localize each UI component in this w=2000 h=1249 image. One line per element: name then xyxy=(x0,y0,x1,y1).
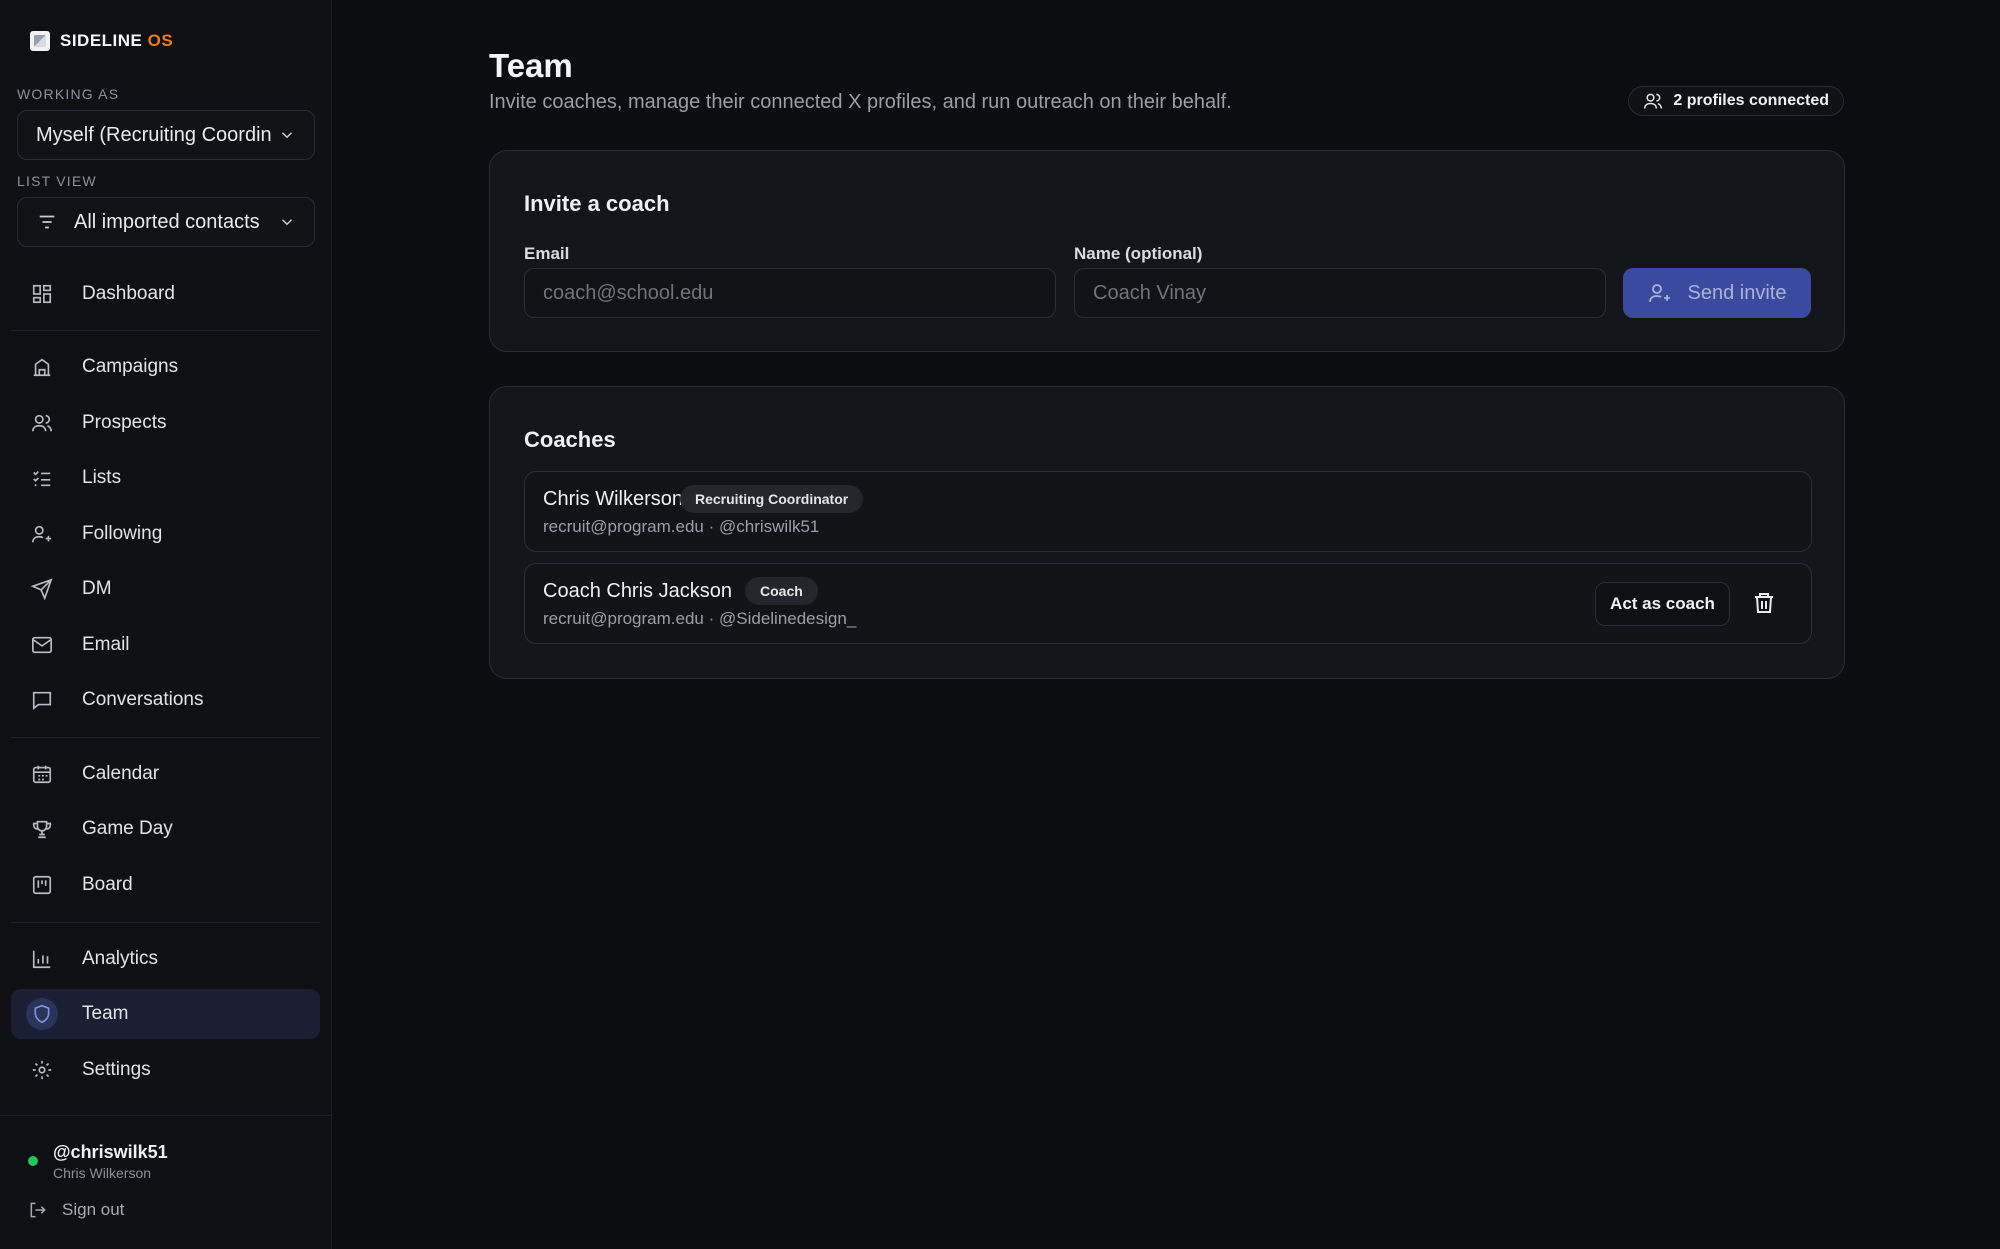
sidebar-item-lists[interactable]: Lists xyxy=(11,453,320,503)
act-as-coach-button[interactable]: Act as coach xyxy=(1595,582,1730,626)
sidebar-item-board[interactable]: Board xyxy=(11,860,320,910)
sidebar-item-campaigns[interactable]: Campaigns xyxy=(11,342,320,392)
logo-accent-text: OS xyxy=(147,31,174,50)
coaches-card: Coaches Chris Wilkerson Recruiting Coord… xyxy=(489,386,1845,679)
name-placeholder: Coach Vinay xyxy=(1093,281,1207,304)
sidebar-item-label: Analytics xyxy=(82,948,159,969)
coach-name: Coach Chris Jackson xyxy=(543,580,732,602)
invite-coach-card: Invite a coach Email coach@school.edu Na… xyxy=(489,150,1845,352)
sidebar-item-label: Dashboard xyxy=(82,283,175,304)
page-subtitle: Invite coaches, manage their connected X… xyxy=(489,91,1232,113)
coach-meta: recruit@program.edu · @chriswilk51 xyxy=(543,517,820,536)
sidebar-divider xyxy=(11,737,320,738)
name-input[interactable]: Coach Vinay xyxy=(1074,268,1606,318)
name-label: Name (optional) xyxy=(1074,244,1203,263)
invite-card-title: Invite a coach xyxy=(524,191,670,216)
send-invite-button[interactable]: Send invite xyxy=(1623,268,1811,318)
coaches-card-title: Coaches xyxy=(524,427,616,452)
app-logo[interactable]: SIDELINE OS xyxy=(30,31,173,51)
sidebar-item-label: Board xyxy=(82,874,133,895)
logo-icon xyxy=(30,31,50,51)
sidebar-item-label: Settings xyxy=(82,1059,151,1080)
sidebar-item-label: DM xyxy=(82,578,112,599)
user-plus-icon xyxy=(30,522,54,546)
users-icon xyxy=(30,411,54,435)
page-title: Team xyxy=(489,47,573,84)
user-handle: @chriswilk51 xyxy=(53,1142,168,1162)
sidebar-item-label: Following xyxy=(82,523,163,544)
sign-out-button[interactable]: Sign out xyxy=(28,1200,124,1220)
list-check-icon xyxy=(30,466,54,490)
role-badge: Coach xyxy=(745,577,818,605)
sidebar-divider xyxy=(11,922,320,923)
email-label: Email xyxy=(524,244,570,263)
bar-chart-icon xyxy=(30,947,54,971)
kanban-icon xyxy=(30,873,54,897)
sidebar-item-analytics[interactable]: Analytics xyxy=(11,934,320,984)
coach-row: Coach Chris Jackson Coach recruit@progra… xyxy=(524,563,1812,644)
sidebar-item-conversations[interactable]: Conversations xyxy=(11,675,320,725)
logo-text: SIDELINE xyxy=(60,31,143,50)
sidebar-item-dm[interactable]: DM xyxy=(11,564,320,614)
working-as-value: Myself (Recruiting Coordinator) xyxy=(36,123,272,146)
sidebar-item-label: Game Day xyxy=(82,818,173,839)
gear-icon xyxy=(30,1058,54,1082)
sidebar-item-settings[interactable]: Settings xyxy=(11,1045,320,1095)
sidebar-item-label: Conversations xyxy=(82,689,204,710)
sidebar-item-team[interactable]: Team xyxy=(11,989,320,1039)
chevron-down-icon xyxy=(281,132,293,139)
sidebar-item-dashboard[interactable]: Dashboard xyxy=(11,269,320,319)
send-icon xyxy=(30,577,54,601)
coach-row: Chris Wilkerson Recruiting Coordinator r… xyxy=(524,471,1812,552)
coach-meta: recruit@program.edu · @Sidelinedesign_ xyxy=(543,609,857,628)
calendar-icon xyxy=(30,762,54,786)
sidebar: SIDELINE OS WORKING AS Myself (Recruitin… xyxy=(0,0,332,1249)
online-status-dot xyxy=(28,1156,38,1166)
sidebar-item-label: Calendar xyxy=(82,763,160,784)
sidebar-item-label: Lists xyxy=(82,467,122,488)
campaigns-icon xyxy=(30,355,54,379)
coach-name: Chris Wilkerson xyxy=(543,488,684,510)
sign-out-icon xyxy=(30,1202,46,1218)
sidebar-item-label: Email xyxy=(82,634,130,655)
email-placeholder: coach@school.edu xyxy=(543,281,714,304)
sidebar-item-calendar[interactable]: Calendar xyxy=(11,749,320,799)
profiles-connected-text: 2 profiles connected xyxy=(1673,92,1829,109)
working-as-label: WORKING AS xyxy=(17,86,120,102)
send-invite-label: Send invite xyxy=(1687,281,1787,304)
sidebar-item-label: Prospects xyxy=(82,412,167,433)
user-plus-icon xyxy=(1648,284,1670,303)
mail-icon xyxy=(30,633,54,657)
list-view-value: All imported contacts xyxy=(74,210,260,233)
message-icon xyxy=(30,688,54,712)
sidebar-footer-divider xyxy=(0,1115,332,1116)
trash-icon[interactable] xyxy=(1752,590,1776,616)
trophy-icon xyxy=(30,817,54,841)
sidebar-item-email[interactable]: Email xyxy=(11,620,320,670)
email-input[interactable]: coach@school.edu xyxy=(524,268,1056,318)
sidebar-divider xyxy=(11,330,320,331)
list-view-select[interactable]: All imported contacts xyxy=(17,197,315,247)
shield-icon xyxy=(26,998,58,1030)
filter-icon xyxy=(39,215,55,229)
sidebar-item-prospects[interactable]: Prospects xyxy=(11,398,320,448)
user-name: Chris Wilkerson xyxy=(53,1165,152,1181)
sidebar-item-game-day[interactable]: Game Day xyxy=(11,804,320,854)
role-badge: Recruiting Coordinator xyxy=(680,485,864,513)
sign-out-label: Sign out xyxy=(62,1200,125,1219)
sidebar-item-following[interactable]: Following xyxy=(11,509,320,559)
profiles-connected-badge: 2 profiles connected xyxy=(1628,86,1844,116)
dashboard-icon xyxy=(30,282,54,306)
sidebar-item-label: Team xyxy=(82,1003,129,1024)
chevron-down-icon xyxy=(281,219,293,226)
sidebar-item-label: Campaigns xyxy=(82,356,179,377)
list-view-label: LIST VIEW xyxy=(17,173,97,189)
users-icon xyxy=(1644,93,1663,109)
working-as-select[interactable]: Myself (Recruiting Coordinator) xyxy=(17,110,315,160)
